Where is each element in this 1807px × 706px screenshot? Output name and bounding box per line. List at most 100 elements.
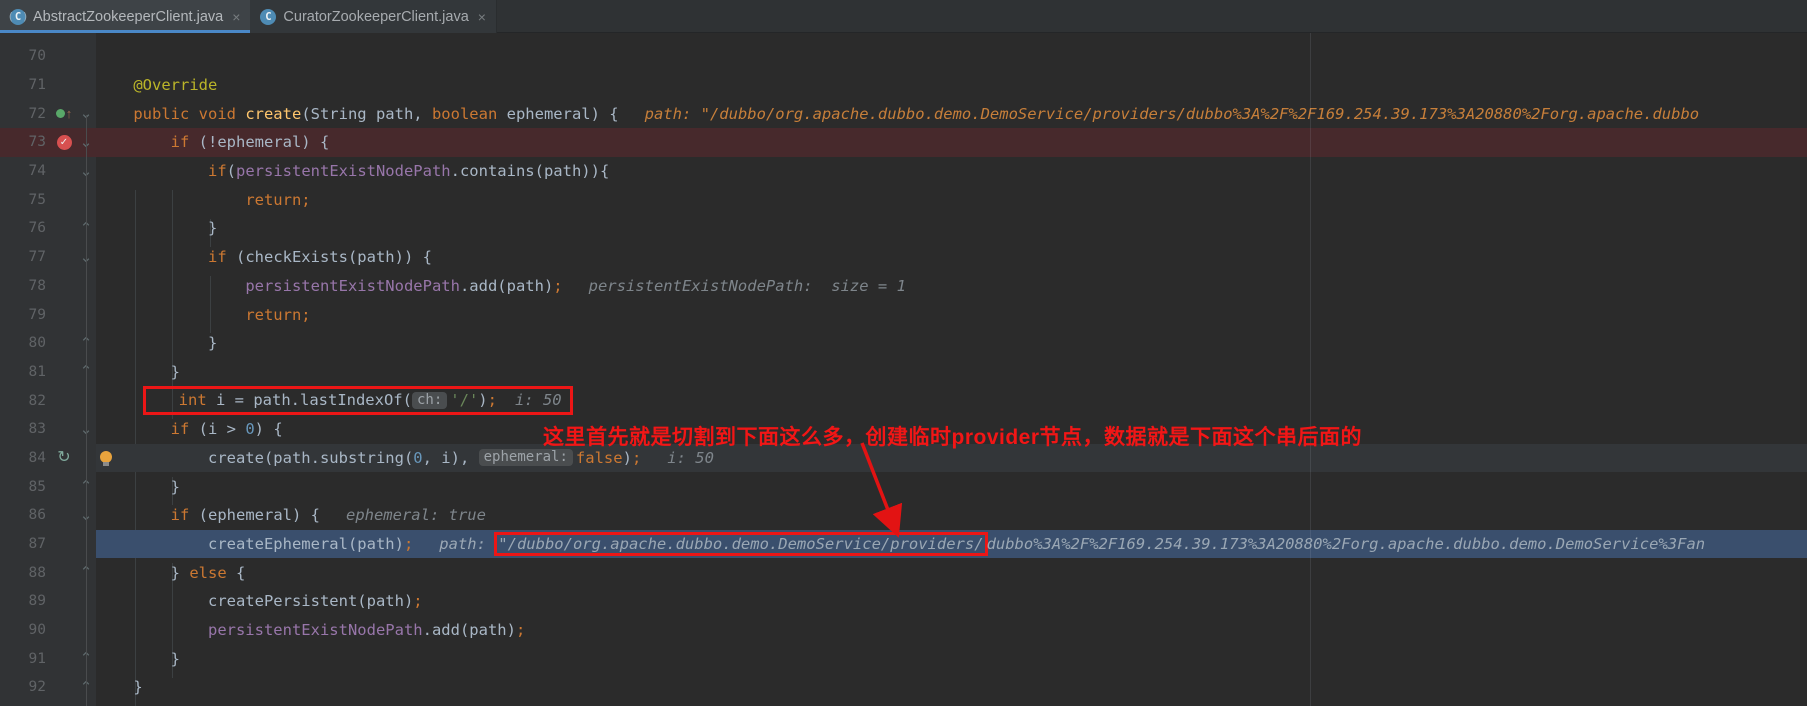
gutter-line-88[interactable]: 88⌃ — [0, 558, 96, 587]
code-text[interactable]: public void create(String path, boolean … — [96, 99, 1807, 128]
gutter-line-83[interactable]: 83⌄ — [0, 415, 96, 444]
line-number[interactable]: 77 — [0, 249, 52, 265]
code-text[interactable]: } — [96, 214, 1807, 243]
code-text[interactable]: } — [96, 329, 1807, 358]
gutter-line-89[interactable]: 89 — [0, 587, 96, 616]
code-text[interactable]: } — [96, 358, 1807, 387]
line-number[interactable]: 70 — [0, 48, 52, 64]
line-number[interactable]: 78 — [0, 278, 52, 294]
gutter-line-80[interactable]: 80⌃ — [0, 329, 96, 358]
gutter-icon-slot — [52, 185, 76, 214]
gutter-line-75[interactable]: 75 — [0, 185, 96, 214]
code-line-80[interactable]: 80⌃ } — [0, 329, 1807, 358]
code-text[interactable]: if (checkExists(path)) { — [96, 243, 1807, 272]
line-number[interactable]: 81 — [0, 364, 52, 380]
gutter-line-72[interactable]: 72↑⌄ — [0, 99, 96, 128]
code-line-70[interactable]: 70 — [0, 42, 1807, 71]
line-number[interactable]: 92 — [0, 679, 52, 695]
recursive-call-icon[interactable]: ↻ — [52, 444, 76, 473]
gutter-line-82[interactable]: 82 — [0, 386, 96, 415]
line-number[interactable]: 74 — [0, 163, 52, 179]
code-line-89[interactable]: 89 createPersistent(path); — [0, 587, 1807, 616]
code-token — [96, 248, 208, 266]
close-icon[interactable]: × — [232, 10, 240, 24]
gutter-line-71[interactable]: 71 — [0, 71, 96, 100]
tab-curator-zookeeper-client[interactable]: C CuratorZookeeperClient.java × — [250, 0, 497, 33]
gutter-line-81[interactable]: 81⌃ — [0, 358, 96, 387]
gutter-line-87[interactable]: 87 — [0, 530, 96, 559]
code-text[interactable]: } — [96, 644, 1807, 673]
code-text[interactable] — [96, 42, 1807, 71]
line-number[interactable]: 85 — [0, 479, 52, 495]
code-line-75[interactable]: 75 return; — [0, 185, 1807, 214]
code-line-91[interactable]: 91⌃ } — [0, 644, 1807, 673]
code-line-92[interactable]: 92⌃ } — [0, 673, 1807, 702]
line-number[interactable]: 87 — [0, 536, 52, 552]
line-number[interactable]: 73 — [0, 134, 52, 150]
code-text[interactable]: if (!ephemeral) { — [96, 128, 1807, 157]
code-token: , i), — [423, 449, 479, 467]
tab-abstract-zookeeper-client[interactable]: C AbstractZookeeperClient.java × — [0, 0, 250, 33]
code-line-73[interactable]: 73✓⌄ if (!ephemeral) { — [0, 128, 1807, 157]
code-text[interactable]: if (ephemeral) {ephemeral: true — [96, 501, 1807, 530]
code-text[interactable]: createPersistent(path); — [96, 587, 1807, 616]
gutter-line-85[interactable]: 85⌃ — [0, 472, 96, 501]
gutter-line-84[interactable]: 84↻ — [0, 444, 96, 473]
line-number[interactable]: 90 — [0, 622, 52, 638]
gutter-line-78[interactable]: 78 — [0, 272, 96, 301]
gutter-line-70[interactable]: 70 — [0, 42, 96, 71]
gutter-line-90[interactable]: 90 — [0, 616, 96, 645]
code-text[interactable]: return; — [96, 185, 1807, 214]
code-line-72[interactable]: 72↑⌄ public void create(String path, boo… — [0, 99, 1807, 128]
code-text[interactable]: return; — [96, 300, 1807, 329]
code-text[interactable]: if(persistentExistNodePath.contains(path… — [96, 157, 1807, 186]
line-number[interactable]: 82 — [0, 393, 52, 409]
code-text[interactable]: persistentExistNodePath.add(path); — [96, 616, 1807, 645]
code-line-79[interactable]: 79 return; — [0, 300, 1807, 329]
gutter-icon-slot — [52, 386, 76, 415]
parameter-hint-pill: ch: — [412, 392, 447, 409]
line-number[interactable]: 71 — [0, 77, 52, 93]
code-line-78[interactable]: 78 persistentExistNodePath.add(path);per… — [0, 272, 1807, 301]
gutter-line-91[interactable]: 91⌃ — [0, 644, 96, 673]
override-method-icon[interactable]: ↑ — [52, 99, 76, 128]
gutter-line-74[interactable]: 74⌄ — [0, 157, 96, 186]
code-line-88[interactable]: 88⌃ } else { — [0, 558, 1807, 587]
line-number[interactable]: 75 — [0, 192, 52, 208]
code-text[interactable]: int i = path.lastIndexOf(ch:'/');i: 50 — [96, 386, 1807, 415]
code-text[interactable]: } — [96, 472, 1807, 501]
code-text[interactable]: } else { — [96, 558, 1807, 587]
code-line-81[interactable]: 81⌃ } — [0, 358, 1807, 387]
code-line-90[interactable]: 90 persistentExistNodePath.add(path); — [0, 616, 1807, 645]
line-number[interactable]: 86 — [0, 507, 52, 523]
line-number[interactable]: 91 — [0, 651, 52, 667]
line-number[interactable]: 72 — [0, 106, 52, 122]
intention-bulb-icon[interactable] — [100, 451, 112, 463]
code-line-71[interactable]: 71 @Override — [0, 71, 1807, 100]
line-number[interactable]: 79 — [0, 307, 52, 323]
line-number[interactable]: 88 — [0, 565, 52, 581]
line-number[interactable]: 84 — [0, 450, 52, 466]
code-token: '/' — [450, 391, 478, 409]
code-text[interactable]: persistentExistNodePath.add(path);persis… — [96, 272, 1807, 301]
code-editor[interactable]: 70 71 @Override72↑⌄ public void create(St… — [0, 33, 1807, 706]
code-text[interactable]: createEphemeral(path);path: "/dubbo/org.… — [96, 530, 1807, 559]
line-number[interactable]: 83 — [0, 421, 52, 437]
close-icon[interactable]: × — [478, 10, 486, 24]
code-line-76[interactable]: 76⌃ } — [0, 214, 1807, 243]
gutter-line-76[interactable]: 76⌃ — [0, 214, 96, 243]
line-number[interactable]: 76 — [0, 220, 52, 236]
gutter-line-79[interactable]: 79 — [0, 300, 96, 329]
code-line-82[interactable]: 82 int i = path.lastIndexOf(ch:'/');i: 5… — [0, 386, 1807, 415]
code-line-77[interactable]: 77⌄ if (checkExists(path)) { — [0, 243, 1807, 272]
code-text[interactable]: @Override — [96, 71, 1807, 100]
code-text[interactable]: } — [96, 673, 1807, 702]
line-number[interactable]: 89 — [0, 593, 52, 609]
gutter-line-92[interactable]: 92⌃ — [0, 673, 96, 702]
breakpoint-icon[interactable]: ✓ — [52, 128, 76, 157]
code-line-74[interactable]: 74⌄ if(persistentExistNodePath.contains(… — [0, 157, 1807, 186]
gutter-line-77[interactable]: 77⌄ — [0, 243, 96, 272]
line-number[interactable]: 80 — [0, 335, 52, 351]
gutter-line-86[interactable]: 86⌄ — [0, 501, 96, 530]
gutter-line-73[interactable]: 73✓⌄ — [0, 128, 96, 157]
